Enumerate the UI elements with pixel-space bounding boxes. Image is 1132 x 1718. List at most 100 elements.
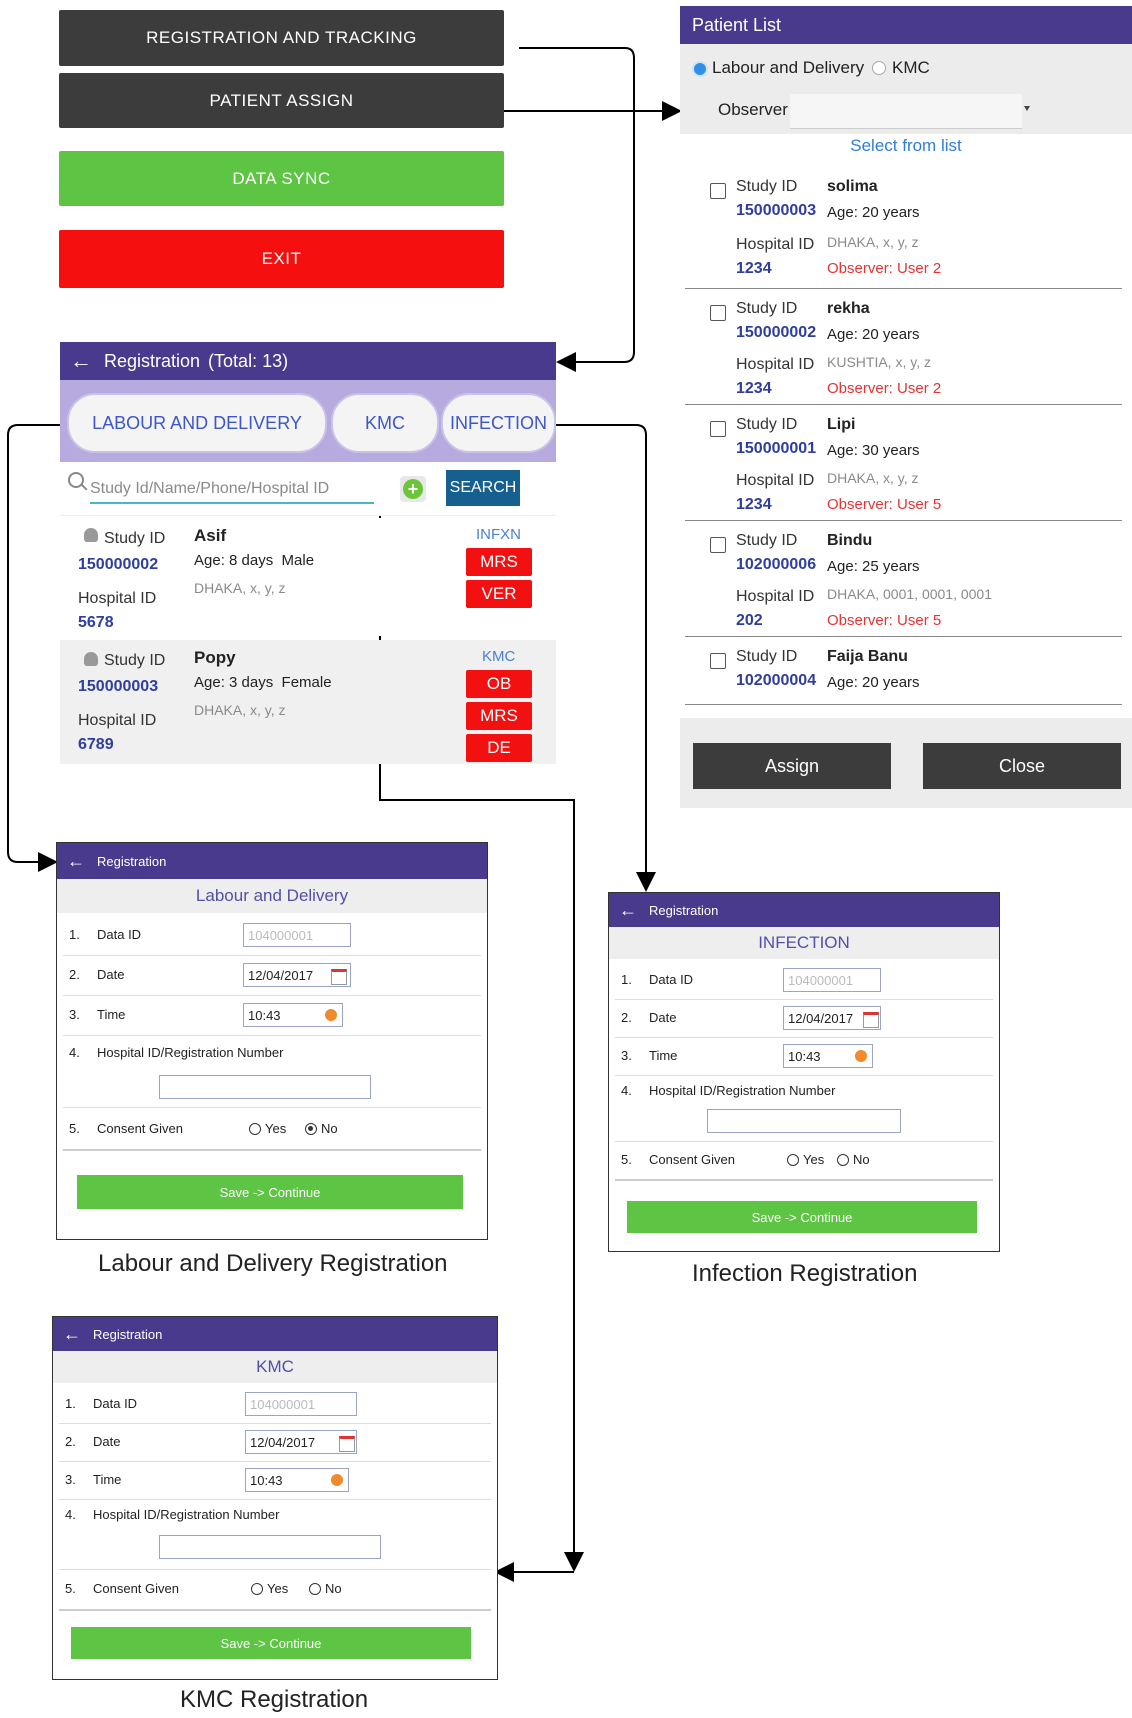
consent-label: Consent Given [97, 1121, 183, 1136]
badge-mrs[interactable]: MRS [466, 548, 532, 576]
patient-row[interactable]: Study ID 102000004 Faija Banu Age: 20 ye… [685, 638, 1122, 705]
radio-yes[interactable] [251, 1583, 263, 1595]
exit-button[interactable]: EXIT [59, 230, 504, 288]
row-number: 4. [621, 1083, 632, 1098]
time-label: Time [649, 1048, 678, 1063]
consent-no-option[interactable]: No [309, 1581, 342, 1596]
patient-row[interactable]: Study ID 150000001 Hospital ID 1234 Lipi… [685, 406, 1122, 521]
data-id-field[interactable]: 104000001 [245, 1392, 357, 1416]
row-number: 1. [621, 972, 632, 987]
search-input[interactable]: Study Id/Name/Phone/Hospital ID [90, 476, 374, 504]
radio-yes[interactable] [249, 1123, 261, 1135]
checkbox[interactable] [710, 537, 726, 553]
hospital-reg-label: Hospital ID/Registration Number [93, 1507, 280, 1522]
radio-no[interactable] [837, 1154, 849, 1166]
save-continue-button[interactable]: Save -> Continue [77, 1175, 463, 1209]
patient-assign-button[interactable]: PATIENT ASSIGN [59, 73, 504, 128]
clock-icon[interactable] [325, 1009, 337, 1021]
add-button[interactable]: + [400, 476, 426, 502]
row-number: 2. [65, 1434, 76, 1449]
data-id-row: 1. Data ID 104000001 [63, 915, 481, 956]
clock-icon[interactable] [331, 1474, 343, 1486]
registration-tracking-button[interactable]: REGISTRATION AND TRACKING [59, 10, 504, 66]
data-id-field[interactable]: 104000001 [783, 968, 881, 992]
patient-row[interactable]: Study ID 150000002 Hospital ID 1234 rekh… [685, 290, 1122, 405]
patient-address: DHAKA, x, y, z [194, 702, 286, 718]
calendar-icon[interactable] [331, 969, 347, 985]
radio-no[interactable] [309, 1583, 321, 1595]
patient-age: Age: 25 years [827, 558, 920, 575]
list-item[interactable]: Study ID 150000002 Hospital ID 5678 Asif… [60, 518, 556, 636]
consent-no-option[interactable]: No [305, 1121, 338, 1136]
back-arrow-icon[interactable]: ← [63, 1324, 81, 1345]
patient-age: Age: 20 years [827, 674, 920, 691]
date-label: Date [649, 1010, 677, 1025]
checkbox[interactable] [710, 183, 726, 199]
study-id-label: Study ID [104, 652, 166, 669]
row-number: 2. [621, 1010, 632, 1025]
time-row: 3. Time 10:43 [615, 1037, 993, 1076]
radio-kmc[interactable] [872, 61, 886, 75]
user-icon [84, 528, 98, 542]
badge-mrs[interactable]: MRS [466, 702, 532, 730]
checkbox[interactable] [710, 305, 726, 321]
calendar-icon[interactable] [339, 1436, 355, 1452]
study-id-label: Study ID [736, 300, 798, 317]
hospital-reg-field[interactable] [159, 1535, 381, 1559]
hospital-reg-row: 4. Hospital ID/Registration Number [59, 1499, 491, 1570]
back-arrow-icon[interactable]: ← [619, 900, 637, 921]
hospital-id-value: 1234 [736, 260, 772, 277]
assign-button[interactable]: Assign [693, 743, 891, 789]
plus-icon: + [403, 479, 423, 499]
date-row: 2. Date 12/04/2017 [59, 1423, 491, 1462]
hospital-reg-field[interactable] [707, 1109, 901, 1133]
row-number: 3. [69, 1007, 80, 1022]
back-arrow-icon[interactable]: ← [67, 851, 85, 872]
consent-no-option[interactable]: No [837, 1152, 870, 1167]
save-continue-button[interactable]: Save -> Continue [71, 1627, 471, 1659]
consent-yes-option[interactable]: Yes [251, 1581, 288, 1596]
data-id-field[interactable]: 104000001 [243, 923, 351, 947]
row-number: 4. [65, 1507, 76, 1522]
form-subtitle: INFECTION [609, 927, 999, 959]
badge-ob[interactable]: OB [466, 670, 532, 698]
checkbox[interactable] [710, 421, 726, 437]
hospital-id-value: 1234 [736, 496, 772, 513]
checkbox[interactable] [710, 653, 726, 669]
hospital-id-label: Hospital ID [736, 236, 815, 253]
close-button[interactable]: Close [923, 743, 1121, 789]
clock-icon[interactable] [855, 1050, 867, 1062]
study-id-value: 150000003 [736, 202, 817, 219]
labour-caption: Labour and Delivery Registration [98, 1250, 448, 1277]
hospital-reg-field[interactable] [159, 1075, 371, 1099]
patient-row[interactable]: Study ID 150000003 Hospital ID 1234 soli… [685, 164, 1122, 289]
row-number: 5. [65, 1581, 76, 1596]
tab-infection[interactable]: INFECTION [441, 393, 556, 453]
form-header-title: Registration [97, 853, 167, 869]
hospital-id-label: Hospital ID [736, 472, 815, 489]
hospital-id-value: 5678 [78, 614, 114, 631]
hospital-id-value: 1234 [736, 380, 772, 397]
user-icon [84, 652, 98, 666]
radio-no[interactable] [305, 1123, 317, 1135]
data-sync-button[interactable]: DATA SYNC [59, 151, 504, 206]
form-subtitle: Labour and Delivery [57, 879, 487, 913]
badge-ver[interactable]: VER [466, 580, 532, 608]
observer-label: Observer [718, 100, 788, 119]
search-button[interactable]: SEARCH [446, 470, 520, 506]
radio-yes[interactable] [787, 1154, 799, 1166]
back-arrow-icon[interactable]: ← [70, 348, 92, 374]
consent-yes-option[interactable]: Yes [249, 1121, 286, 1136]
kmc-caption: KMC Registration [180, 1686, 369, 1713]
observer-dropdown[interactable] [790, 94, 1030, 129]
consent-yes-option[interactable]: Yes [787, 1152, 824, 1167]
save-continue-button[interactable]: Save -> Continue [627, 1201, 977, 1233]
form-header: ← Registration [609, 893, 999, 927]
form-header-title: Registration [649, 902, 719, 918]
calendar-icon[interactable] [863, 1012, 879, 1028]
radio-labour-delivery[interactable] [692, 61, 708, 77]
tab-labour-delivery[interactable]: LABOUR AND DELIVERY [67, 393, 327, 453]
tab-kmc[interactable]: KMC [331, 393, 439, 453]
badge-de[interactable]: DE [466, 734, 532, 762]
patient-row[interactable]: Study ID 102000006 Hospital ID 202 Bindu… [685, 522, 1122, 637]
